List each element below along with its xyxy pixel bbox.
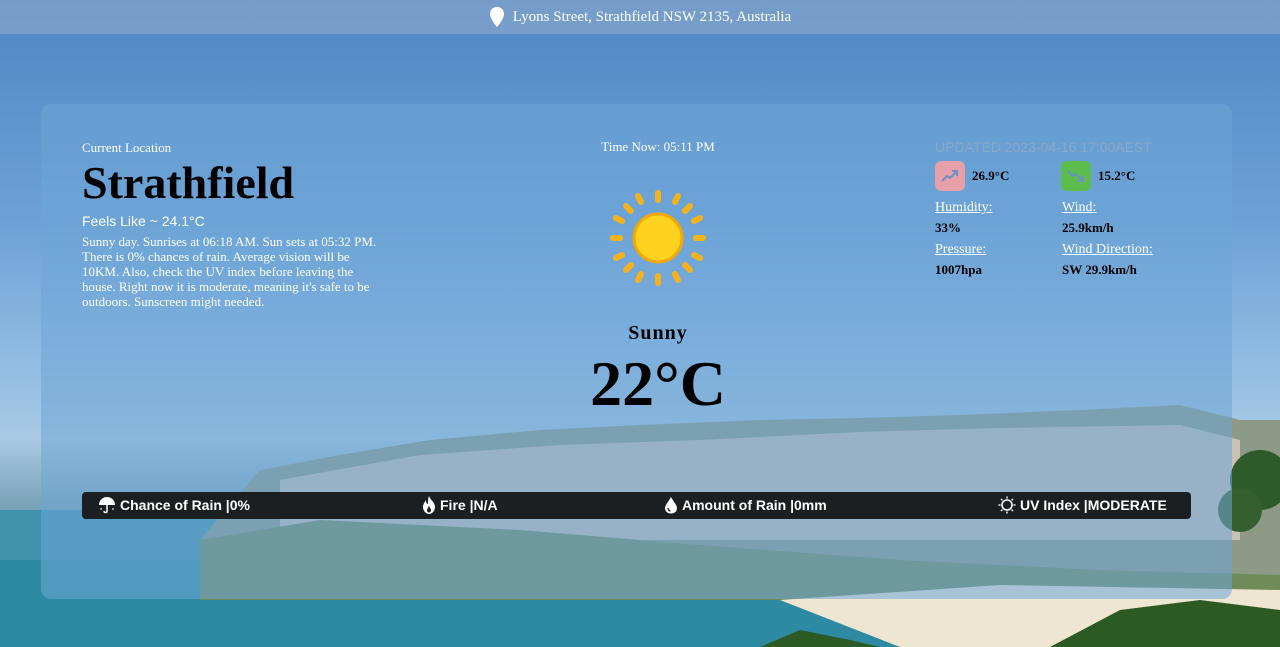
wind-direction-stat: Wind Direction: SW 29.9km/h bbox=[1062, 242, 1189, 278]
wind-label: Wind: bbox=[1062, 200, 1097, 215]
current-location-label: Current Location bbox=[82, 140, 172, 155]
pressure-stat: Pressure: 1007hpa bbox=[935, 242, 1062, 278]
pressure-value: 1007hpa bbox=[935, 262, 982, 277]
max-temp: 26.9°C bbox=[935, 161, 1061, 191]
current-temperature: 22°C bbox=[590, 348, 726, 419]
weather-description: Sunny day. Sunrises at 06:18 AM. Sun set… bbox=[82, 234, 377, 309]
wind-direction-value: SW 29.9km/h bbox=[1062, 262, 1137, 277]
location-address: Lyons Street, Strathfield NSW 2135, Aust… bbox=[512, 8, 792, 25]
uv-index: UV Index |MODERATE bbox=[998, 496, 1167, 514]
uv-index-text: UV Index |MODERATE bbox=[1020, 497, 1167, 513]
fire-danger: Fire |N/A bbox=[422, 496, 498, 514]
chance-of-rain-text: Chance of Rain |0% bbox=[120, 497, 250, 513]
trend-up-icon bbox=[935, 161, 965, 191]
humidity-stat: Humidity: 33% bbox=[935, 200, 1062, 236]
wind-value: 25.9km/h bbox=[1062, 220, 1114, 235]
weather-condition: Sunny bbox=[628, 322, 688, 344]
umbrella-icon bbox=[99, 497, 115, 514]
location-pin-icon bbox=[489, 7, 504, 27]
trend-down-icon bbox=[1061, 161, 1091, 191]
wind-direction-label: Wind Direction: bbox=[1062, 242, 1153, 257]
weather-info-bar: Chance of Rain |0% Fire |N/A Amount of R… bbox=[82, 492, 1191, 519]
chance-of-rain: Chance of Rain |0% bbox=[98, 496, 250, 514]
water-drop-icon bbox=[665, 497, 677, 514]
current-location-section: Current Location Strathfield Feels Like … bbox=[82, 140, 382, 309]
fire-text: Fire |N/A bbox=[440, 497, 498, 513]
updated-timestamp: UPDATED 2023-04-16 17:00AEST bbox=[935, 139, 1152, 155]
humidity-value: 33% bbox=[935, 220, 961, 235]
flame-icon bbox=[423, 496, 435, 514]
humidity-label: Humidity: bbox=[935, 200, 993, 215]
min-temp: 15.2°C bbox=[1061, 161, 1187, 191]
weather-details: UPDATED 2023-04-16 17:00AEST 26.9°C 15.2… bbox=[935, 139, 1195, 278]
pressure-label: Pressure: bbox=[935, 242, 987, 257]
location-bar: Lyons Street, Strathfield NSW 2135, Aust… bbox=[0, 0, 1280, 34]
time-now: Time Now: 05:11 PM bbox=[601, 139, 715, 154]
max-temp-value: 26.9°C bbox=[972, 168, 1010, 183]
city-name: Strathfield bbox=[82, 157, 295, 208]
amount-of-rain: Amount of Rain |0mm bbox=[664, 496, 827, 514]
amount-of-rain-text: Amount of Rain |0mm bbox=[682, 497, 827, 513]
wind-stat: Wind: 25.9km/h bbox=[1062, 200, 1189, 236]
min-temp-value: 15.2°C bbox=[1098, 168, 1136, 183]
feels-like: Feels Like ~ 24.1°C bbox=[82, 213, 205, 229]
uv-sun-icon bbox=[998, 496, 1016, 514]
sun-icon bbox=[610, 190, 706, 286]
